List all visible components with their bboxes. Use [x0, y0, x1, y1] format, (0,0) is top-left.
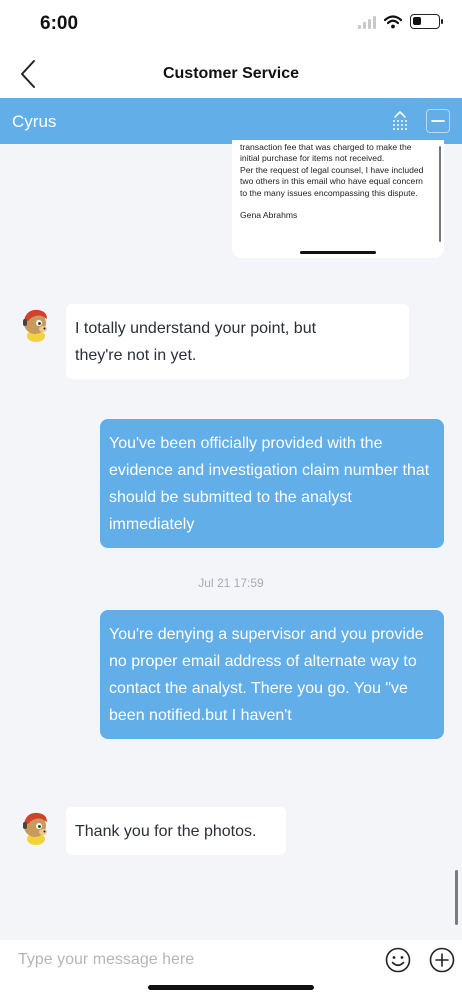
- avatar-icon: [23, 309, 47, 342]
- status-time: 6:00: [40, 13, 79, 34]
- message-composer: [0, 940, 462, 1000]
- message-text: Thank you for the photos.: [75, 823, 257, 840]
- chat-scrollbar[interactable]: [455, 870, 458, 925]
- email-handle: [300, 251, 376, 254]
- nav-bar: Customer Service: [0, 50, 462, 98]
- agent-message-bubble[interactable]: Thank you for the photos.: [66, 807, 286, 855]
- emoji-icon: [385, 947, 411, 973]
- agent-avatar: [18, 809, 54, 845]
- status-icons: [358, 14, 443, 29]
- message-text: I totally understand your point, but: [75, 320, 317, 337]
- email-paragraph: Per the request of legal counsel, I have…: [240, 164, 424, 198]
- rating-button[interactable]: [388, 109, 412, 133]
- rating-icon: [393, 111, 407, 130]
- user-message-bubble[interactable]: You're denying a supervisor and you prov…: [100, 610, 444, 739]
- signal-icon: [358, 15, 376, 29]
- email-paragraph: transaction fee that was charged to make…: [240, 142, 412, 164]
- message-text: You're denying a supervisor and you prov…: [109, 626, 424, 724]
- message-text: they're not in yet.: [75, 347, 197, 364]
- agent-name: Cyrus: [12, 112, 57, 131]
- agent-avatar: [18, 306, 54, 342]
- message-input[interactable]: [18, 948, 358, 972]
- email-preview-card[interactable]: transaction fee that was charged to make…: [232, 140, 444, 258]
- email-signature: Gena Abrahms: [240, 210, 298, 221]
- home-indicator[interactable]: [148, 985, 314, 990]
- message-timestamp: Jul 21 17:59: [198, 576, 264, 590]
- agent-bar: Cyrus: [0, 98, 462, 144]
- message-text: You've been officially provided with the…: [109, 435, 430, 533]
- email-scrollbar[interactable]: [439, 146, 441, 242]
- avatar-icon: [23, 812, 47, 845]
- plus-icon: [429, 947, 455, 973]
- user-message-bubble[interactable]: You've been officially provided with the…: [100, 419, 444, 548]
- page-title: Customer Service: [162, 65, 300, 82]
- status-bar: 6:00: [0, 0, 462, 50]
- wifi-icon: [384, 14, 402, 28]
- emoji-button[interactable]: [385, 947, 411, 973]
- battery-icon: [410, 14, 443, 29]
- agent-message-bubble[interactable]: I totally understand your point, but the…: [66, 304, 409, 379]
- minimize-button[interactable]: [426, 109, 450, 133]
- add-attachment-button[interactable]: [429, 947, 455, 973]
- minimize-icon: [431, 120, 445, 122]
